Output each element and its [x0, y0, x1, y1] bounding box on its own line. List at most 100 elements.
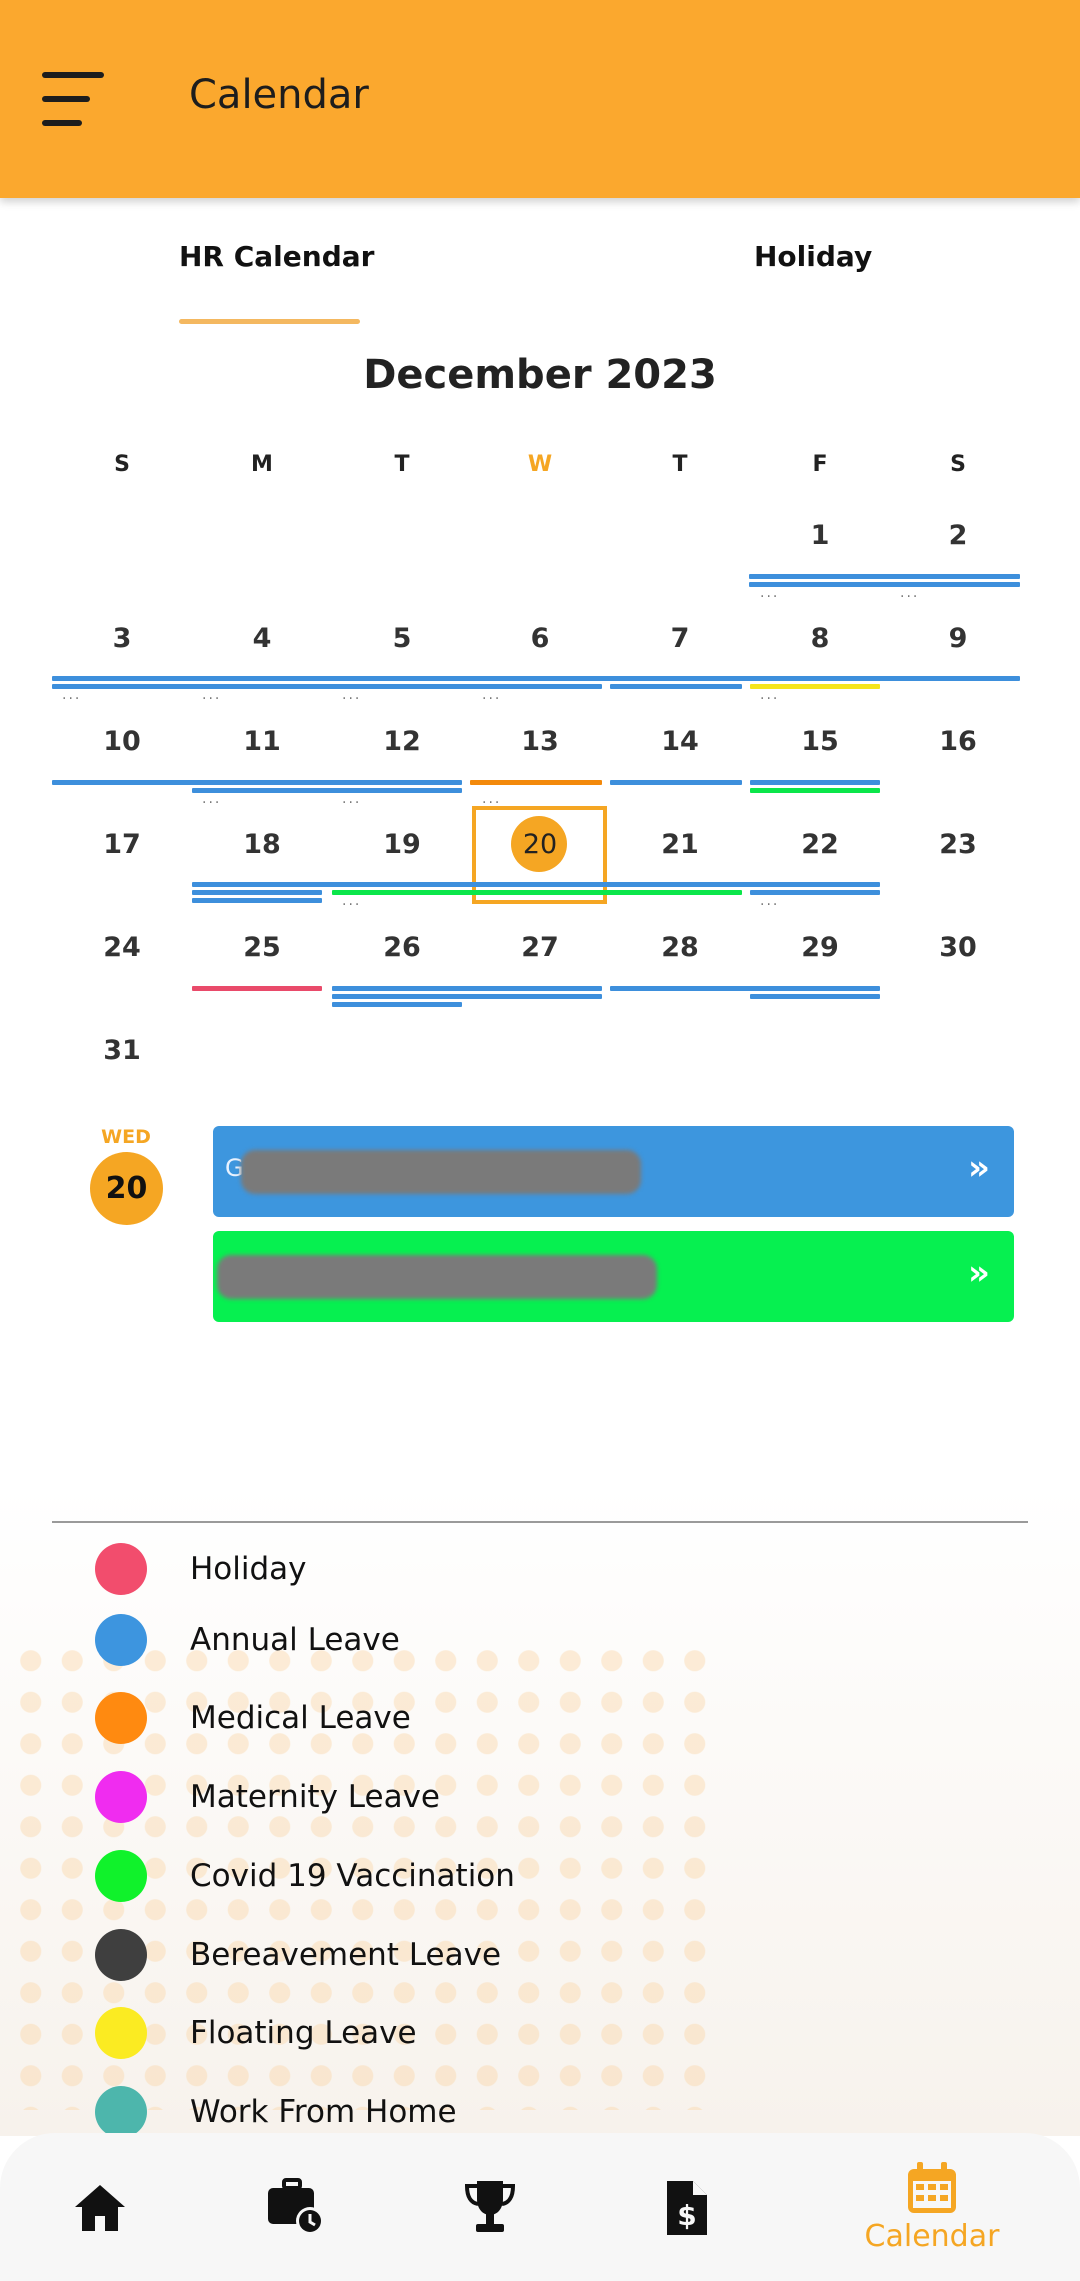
more-events[interactable]: ...: [760, 585, 779, 601]
legend-label: Maternity Leave: [190, 1779, 440, 1815]
chevron-double-right-icon[interactable]: »: [968, 1148, 990, 1188]
weekday-label: S: [950, 452, 966, 477]
calendar-day[interactable]: 31: [52, 1035, 192, 1066]
legend-label: Work From Home: [190, 2094, 457, 2130]
legend-color-dot: [95, 1771, 147, 1823]
calendar-day[interactable]: 3: [52, 623, 192, 654]
event-bar[interactable]: [610, 780, 742, 785]
more-events[interactable]: ...: [342, 791, 361, 807]
more-events[interactable]: ...: [482, 791, 501, 807]
event-bar[interactable]: [750, 780, 880, 785]
calendar-day[interactable]: 8: [750, 623, 890, 654]
event-bar[interactable]: [192, 898, 322, 903]
event-bar[interactable]: [52, 780, 462, 785]
calendar-day[interactable]: 6: [470, 623, 610, 654]
weekday-label: T: [394, 452, 410, 477]
event-bar[interactable]: [52, 676, 1020, 681]
event-bar[interactable]: [332, 986, 602, 991]
more-events[interactable]: ...: [342, 893, 361, 909]
calendar-day[interactable]: 16: [888, 726, 1028, 757]
legend-divider: [52, 1521, 1028, 1523]
page-title: Calendar: [189, 72, 369, 118]
calendar-day[interactable]: 15: [750, 726, 890, 757]
event-bar[interactable]: [192, 882, 880, 887]
nav-attendance[interactable]: [236, 2133, 356, 2281]
nav-home[interactable]: [40, 2133, 160, 2281]
legend-label: Floating Leave: [190, 2015, 417, 2051]
calendar-day[interactable]: 4: [192, 623, 332, 654]
calendar-day[interactable]: 23: [888, 829, 1028, 860]
trophy-icon: [464, 2181, 516, 2232]
calendar-day[interactable]: 12: [332, 726, 472, 757]
hamburger-menu-icon[interactable]: [42, 72, 106, 126]
more-events[interactable]: ...: [342, 687, 361, 703]
event-bar[interactable]: [192, 788, 462, 793]
calendar-day[interactable]: 21: [610, 829, 750, 860]
calendar-day[interactable]: 1: [750, 520, 890, 551]
event-bar[interactable]: [749, 574, 1020, 579]
more-events[interactable]: ...: [482, 687, 501, 703]
calendar-day[interactable]: 26: [332, 932, 472, 963]
agenda-event-card[interactable]: »: [213, 1231, 1014, 1322]
event-bar[interactable]: [610, 684, 742, 689]
svg-text:$: $: [677, 2199, 696, 2232]
event-bar[interactable]: [749, 582, 1020, 587]
event-bar[interactable]: [332, 994, 602, 999]
calendar-day[interactable]: 27: [470, 932, 610, 963]
legend-color-dot: [95, 2086, 147, 2138]
agenda-event-card[interactable]: G »: [213, 1126, 1014, 1217]
nav-payslip[interactable]: $: [626, 2133, 746, 2281]
calendar-day[interactable]: 29: [750, 932, 890, 963]
legend-color-dot: [95, 1929, 147, 1981]
calendar-day[interactable]: 10: [52, 726, 192, 757]
legend-color-dot: [95, 1692, 147, 1744]
calendar-day[interactable]: 22: [750, 829, 890, 860]
event-bar[interactable]: [750, 994, 880, 999]
agenda-date-badge: 20: [90, 1152, 163, 1225]
home-icon: [75, 2185, 125, 2231]
nav-calendar[interactable]: Calendar: [842, 2133, 1022, 2281]
legend-label: Bereavement Leave: [190, 1937, 502, 1973]
event-bar[interactable]: [610, 986, 880, 991]
calendar-day[interactable]: 14: [610, 726, 750, 757]
weekday-label: F: [812, 452, 828, 477]
redacted-event-title: [241, 1150, 641, 1194]
bottom-navigation: $ Calendar: [0, 2133, 1080, 2281]
weekday-label: T: [672, 452, 688, 477]
calendar-day[interactable]: 11: [192, 726, 332, 757]
calendar-day[interactable]: 5: [332, 623, 472, 654]
event-bar[interactable]: [332, 890, 742, 895]
more-events[interactable]: ...: [760, 687, 779, 703]
calendar-day[interactable]: 7: [610, 623, 750, 654]
calendar-day[interactable]: 13: [470, 726, 610, 757]
nav-calendar-label: Calendar: [864, 2219, 1000, 2254]
calendar-day[interactable]: 28: [610, 932, 750, 963]
legend-color-dot: [95, 2007, 147, 2059]
more-events[interactable]: ...: [760, 893, 779, 909]
calendar-day[interactable]: 2: [888, 520, 1028, 551]
agenda-weekday: WED: [101, 1126, 151, 1148]
event-bar[interactable]: [750, 788, 880, 793]
calendar-day[interactable]: 17: [52, 829, 192, 860]
calendar-day[interactable]: 20: [470, 829, 610, 860]
event-bar[interactable]: [470, 780, 602, 785]
event-bar[interactable]: [332, 1002, 462, 1007]
more-events[interactable]: ...: [900, 585, 919, 601]
tab-hr-calendar[interactable]: HR Calendar: [179, 240, 374, 273]
calendar-day[interactable]: 9: [888, 623, 1028, 654]
more-events[interactable]: ...: [202, 687, 221, 703]
nav-achievements[interactable]: [430, 2133, 550, 2281]
event-bar[interactable]: [192, 986, 322, 991]
chevron-double-right-icon[interactable]: »: [968, 1253, 990, 1293]
calendar-day[interactable]: 18: [192, 829, 332, 860]
more-events[interactable]: ...: [202, 791, 221, 807]
calendar-day[interactable]: 24: [52, 932, 192, 963]
calendar-day[interactable]: 19: [332, 829, 472, 860]
weekday-label: S: [114, 452, 130, 477]
calendar-day[interactable]: 25: [192, 932, 332, 963]
more-events[interactable]: ...: [62, 687, 81, 703]
calendar-day[interactable]: 30: [888, 932, 1028, 963]
event-bar[interactable]: [192, 890, 322, 895]
tab-holiday[interactable]: Holiday: [754, 240, 872, 273]
event-bar[interactable]: [52, 684, 602, 689]
